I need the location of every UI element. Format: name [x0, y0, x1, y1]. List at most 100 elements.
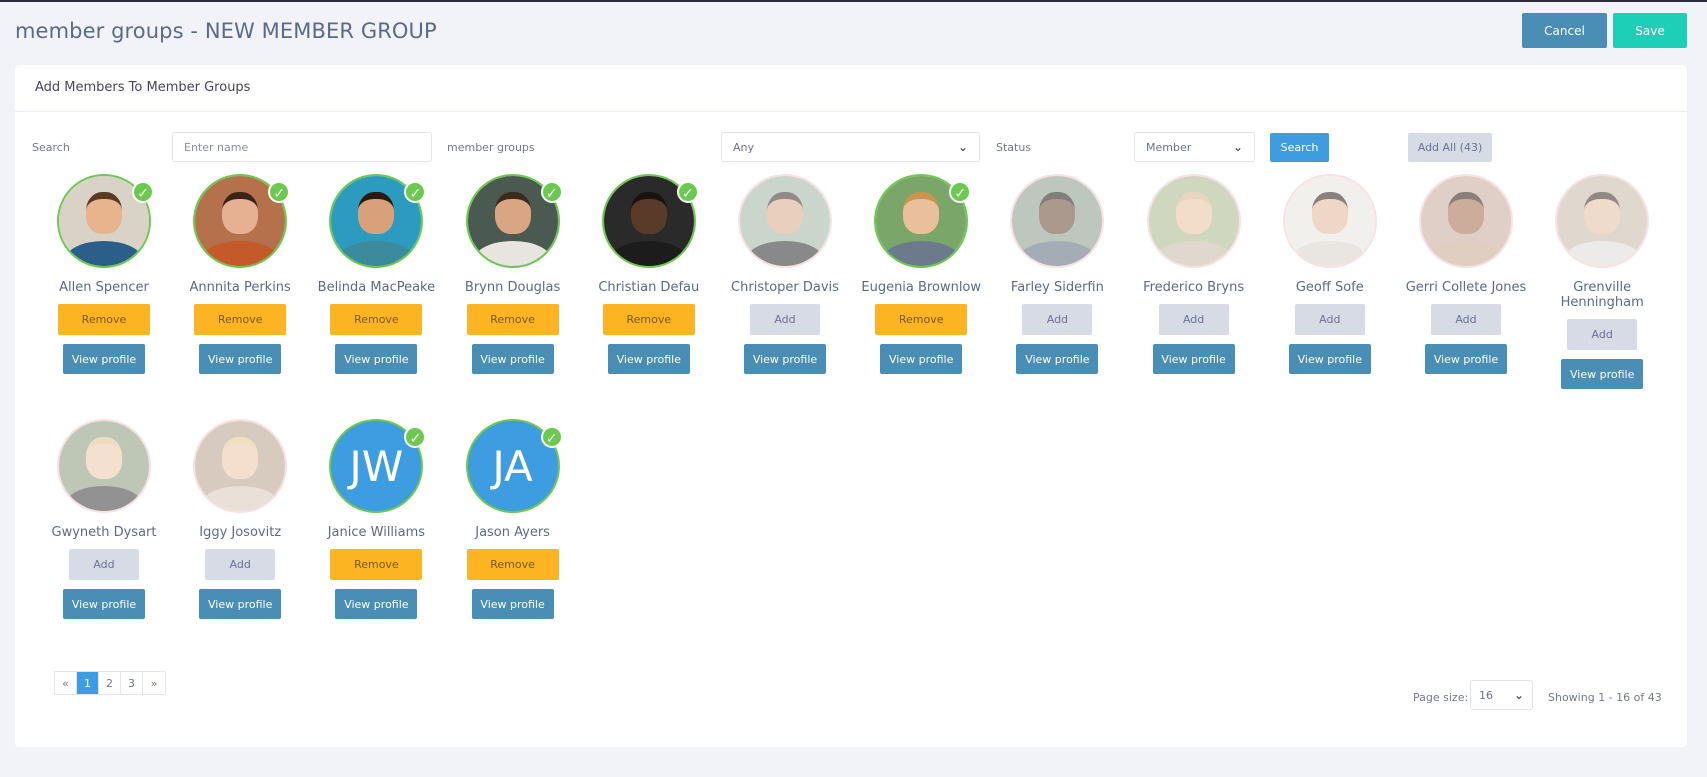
view-profile-button[interactable]: View profile: [880, 344, 963, 374]
pagination-page-2[interactable]: 2: [99, 672, 121, 694]
pagination-page-1[interactable]: 1: [77, 672, 99, 694]
remove-member-button[interactable]: Remove: [602, 304, 695, 335]
photo-head: [358, 192, 395, 234]
page-size-label: Page size:: [1413, 691, 1469, 704]
view-profile-button[interactable]: View profile: [335, 344, 418, 374]
member-card: JW ✓ Janice Williams Remove View profile: [312, 419, 440, 619]
photo-head: [86, 437, 122, 479]
chevron-down-icon: ⌄: [1513, 688, 1524, 702]
add-member-button[interactable]: Add: [1567, 319, 1638, 350]
member-name: Christoper Davis: [731, 280, 839, 295]
showing-count: Showing 1 - 16 of 43: [1548, 691, 1662, 704]
avatar-wrapper: ✓: [465, 174, 563, 268]
view-profile-button[interactable]: View profile: [607, 344, 690, 374]
check-icon: ✓: [949, 181, 972, 203]
member-card: Gerri Collete Jones Add View profile: [1402, 174, 1530, 374]
member-groups-select[interactable]: Any ⌄: [721, 132, 980, 162]
add-member-button[interactable]: Add: [1022, 304, 1093, 335]
members-card: Add Members To Member Groups Search Ente…: [15, 65, 1687, 747]
avatar-wrapper: ✓: [874, 174, 972, 268]
view-profile-button[interactable]: View profile: [63, 589, 145, 619]
pagination: « 1 2 3 »: [54, 671, 166, 695]
remove-member-button[interactable]: Remove: [58, 304, 150, 335]
avatar-wrapper: ✓: [601, 174, 699, 268]
avatar-wrapper: [738, 174, 832, 268]
avatar-wrapper: [1419, 174, 1513, 268]
member-name: Eugenia Brownlow: [861, 280, 982, 295]
remove-member-button[interactable]: Remove: [330, 304, 423, 335]
chevron-down-icon: ⌄: [1232, 140, 1243, 154]
avatar: [1419, 174, 1513, 268]
pagination-next[interactable]: »: [143, 672, 165, 694]
member-card: Gwyneth Dysart Add View profile: [40, 419, 168, 619]
member-card: ✓ Belinda MacPeake Remove View profile: [312, 174, 440, 374]
chevron-down-icon: ⌄: [957, 140, 968, 154]
check-icon: ✓: [268, 181, 291, 203]
add-member-button[interactable]: Add: [1158, 304, 1229, 335]
view-profile-button[interactable]: View profile: [1288, 344, 1371, 374]
member-name: Grenville Henningham: [1560, 280, 1644, 310]
avatar: [738, 174, 832, 268]
check-icon: ✓: [132, 181, 154, 203]
avatar: [1282, 174, 1377, 268]
member-name: Annnita Perkins: [189, 280, 291, 295]
avatar-initials: JA: [492, 441, 533, 491]
photo-head: [1039, 192, 1076, 234]
photo-head: [767, 192, 803, 234]
member-groups-label: member groups: [447, 141, 535, 154]
search-button[interactable]: Search: [1270, 133, 1329, 162]
photo-head: [630, 192, 667, 234]
view-profile-button[interactable]: View profile: [1016, 344, 1099, 374]
check-icon: ✓: [540, 426, 563, 448]
avatar-wrapper: ✓: [193, 174, 291, 268]
member-name: Iggy Josovitz: [199, 525, 282, 540]
avatar: [1555, 174, 1650, 268]
member-name: Farley Siderfin: [1010, 280, 1104, 295]
member-groups-value: Any: [733, 140, 755, 154]
remove-member-button[interactable]: Remove: [194, 304, 287, 335]
remove-member-button[interactable]: Remove: [330, 549, 423, 580]
cancel-button[interactable]: Cancel: [1522, 13, 1607, 48]
avatar-wrapper: [57, 419, 151, 513]
photo-head: [494, 192, 531, 234]
add-member-button[interactable]: Add: [1294, 304, 1365, 335]
add-member-button[interactable]: Add: [69, 549, 139, 580]
add-member-button[interactable]: Add: [1431, 304, 1501, 335]
avatar: [193, 419, 288, 513]
page-size-select[interactable]: 16 ⌄: [1470, 680, 1533, 710]
search-placeholder: Enter name: [184, 140, 249, 154]
view-profile-button[interactable]: View profile: [199, 344, 282, 374]
view-profile-button[interactable]: View profile: [471, 589, 554, 619]
pagination-prev[interactable]: «: [55, 672, 77, 694]
member-name: Christian Defau: [598, 280, 700, 295]
status-select[interactable]: Member ⌄: [1134, 132, 1255, 162]
avatar-wrapper: ✓: [57, 174, 154, 268]
view-profile-button[interactable]: View profile: [744, 344, 826, 374]
search-label: Search: [32, 141, 70, 154]
view-profile-button[interactable]: View profile: [1561, 359, 1644, 389]
add-member-button[interactable]: Add: [750, 304, 820, 335]
member-name: Allen Spencer: [59, 280, 149, 295]
photo-head: [86, 192, 122, 234]
remove-member-button[interactable]: Remove: [466, 304, 559, 335]
view-profile-button[interactable]: View profile: [1425, 344, 1507, 374]
view-profile-button[interactable]: View profile: [63, 344, 145, 374]
view-profile-button[interactable]: View profile: [335, 589, 418, 619]
photo-head: [1448, 192, 1484, 234]
status-value: Member: [1146, 140, 1192, 154]
view-profile-button[interactable]: View profile: [471, 344, 554, 374]
save-button[interactable]: Save: [1613, 13, 1687, 48]
pagination-page-3[interactable]: 3: [121, 672, 143, 694]
member-card: ✓ Annnita Perkins Remove View profile: [176, 174, 304, 374]
view-profile-button[interactable]: View profile: [199, 589, 282, 619]
add-member-button[interactable]: Add: [205, 549, 276, 580]
member-name: Belinda MacPeake: [317, 280, 436, 295]
avatar: [57, 419, 151, 513]
add-all-button[interactable]: Add All (43): [1408, 133, 1492, 162]
remove-member-button[interactable]: Remove: [466, 549, 559, 580]
search-input[interactable]: Enter name: [172, 132, 432, 162]
member-card: Iggy Josovitz Add View profile: [176, 419, 304, 619]
view-profile-button[interactable]: View profile: [1152, 344, 1235, 374]
avatar-wrapper: [1555, 174, 1650, 268]
remove-member-button[interactable]: Remove: [875, 304, 968, 335]
